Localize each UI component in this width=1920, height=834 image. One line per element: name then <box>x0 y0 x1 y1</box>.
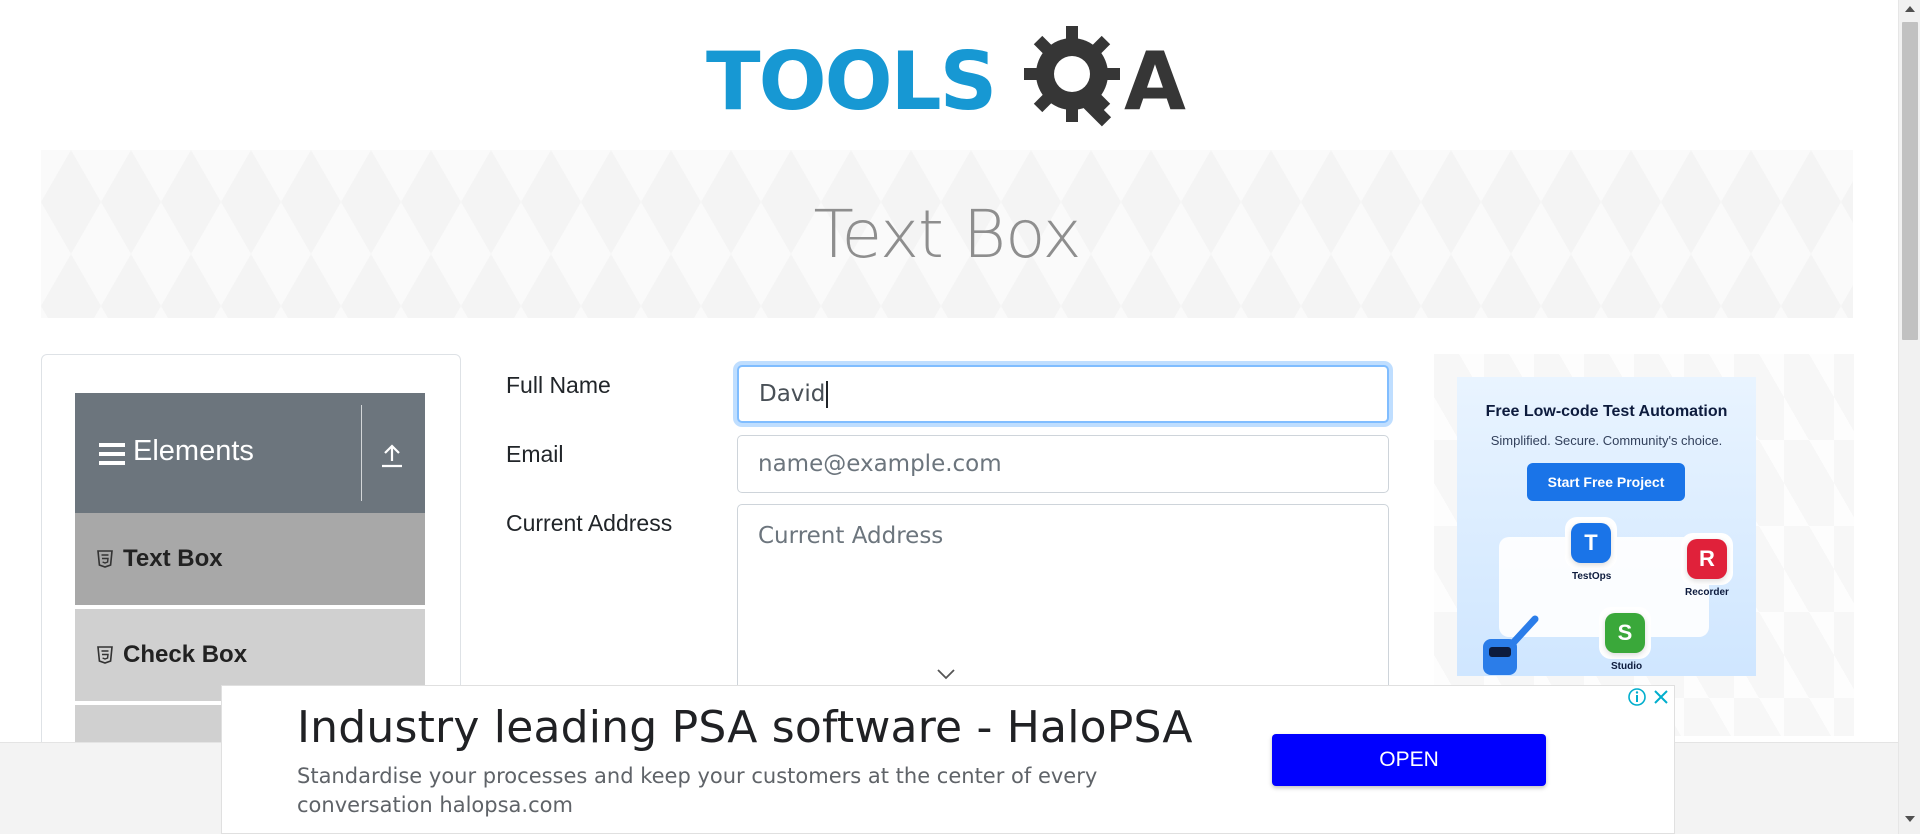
html5-icon <box>97 646 113 664</box>
menu-icon <box>99 443 125 467</box>
studio-icon: S <box>1605 613 1645 653</box>
robot-arm-icon <box>1483 615 1539 675</box>
full-name-label: Full Name <box>506 372 611 398</box>
right-ad-subtitle: Simplified. Secure. Community's choice. <box>1490 433 1723 448</box>
recorder-tile: R <box>1681 533 1733 585</box>
sidebar-item-text-box[interactable]: Text Box <box>75 513 425 607</box>
html5-icon <box>97 550 113 568</box>
sidebar-group-title: Elements <box>133 435 254 467</box>
testops-icon: T <box>1571 523 1611 563</box>
bottom-ad-title[interactable]: Industry leading PSA software - HaloPSA <box>297 702 1193 753</box>
page-title: Text Box <box>813 195 1081 273</box>
info-icon[interactable] <box>1626 686 1648 708</box>
current-address-textarea[interactable]: Current Address <box>737 504 1389 704</box>
right-ad-title: Free Low-code Test Automation <box>1485 403 1728 420</box>
studio-label: Studio <box>1611 661 1643 672</box>
gear-magnifier-icon <box>1024 26 1120 127</box>
scrollbar-thumb[interactable] <box>1902 22 1918 340</box>
chevron-down-icon <box>937 669 955 680</box>
right-ad[interactable]: Free Low-code Test Automation Simplified… <box>1457 377 1756 676</box>
studio-tile: S <box>1599 607 1651 659</box>
bottom-ad[interactable]: Industry leading PSA software - HaloPSA … <box>221 685 1675 834</box>
scroll-up-icon[interactable] <box>1905 6 1915 12</box>
full-name-input[interactable]: David <box>737 365 1389 423</box>
toolsqa-logo[interactable]: TOOLS A <box>706 22 1192 137</box>
current-address-placeholder: Current Address <box>758 523 944 549</box>
scrollbar[interactable] <box>1898 0 1920 834</box>
divider <box>361 405 362 501</box>
logo-text-tools: TOOLS <box>706 35 997 128</box>
bottom-ad-description: Standardise your processes and keep your… <box>297 764 1098 817</box>
recorder-icon: R <box>1687 539 1727 579</box>
text-cursor <box>826 380 829 408</box>
close-icon[interactable] <box>1650 686 1672 708</box>
sidebar-item-label: Text Box <box>123 545 223 572</box>
email-label: Email <box>506 441 564 467</box>
open-button[interactable]: OPEN <box>1272 734 1546 786</box>
sidebar-group-elements[interactable]: Elements <box>75 393 425 513</box>
start-free-project-button[interactable]: Start Free Project <box>1527 463 1685 501</box>
recorder-label: Recorder <box>1685 587 1729 598</box>
logo-text-a: A <box>1124 35 1186 128</box>
scroll-down-icon[interactable] <box>1905 816 1915 822</box>
current-address-label: Current Address <box>506 510 673 536</box>
email-input[interactable]: name@example.com <box>737 435 1389 493</box>
testops-tile: T <box>1565 517 1617 569</box>
upload-icon <box>382 444 402 468</box>
full-name-value: David <box>759 381 826 407</box>
page-banner: Text Box <box>41 150 1853 318</box>
testops-label: TestOps <box>1572 571 1612 582</box>
email-placeholder: name@example.com <box>758 451 1002 477</box>
sidebar-item-label: Check Box <box>123 641 248 668</box>
